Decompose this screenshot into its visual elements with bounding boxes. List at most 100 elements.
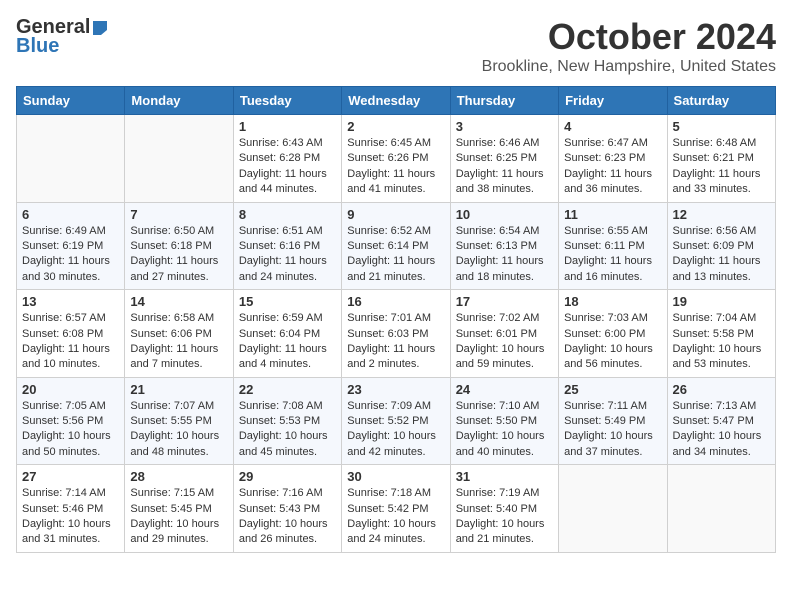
weekday-header: Thursday bbox=[450, 87, 558, 115]
calendar-cell: 23 Sunrise: 7:09 AMSunset: 5:52 PMDayligh… bbox=[342, 377, 450, 465]
day-info: Sunrise: 7:10 AMSunset: 5:50 PMDaylight:… bbox=[456, 399, 553, 461]
day-info: Sunrise: 6:49 AMSunset: 6:19 PMDaylight:… bbox=[22, 224, 119, 286]
day-number: 9 bbox=[347, 207, 444, 222]
page-header: General Blue October 2024 Brookline, New… bbox=[16, 16, 776, 76]
calendar-cell: 18 Sunrise: 7:03 AMSunset: 6:00 PMDayligh… bbox=[559, 290, 667, 378]
calendar-cell: 8 Sunrise: 6:51 AMSunset: 6:16 PMDaylight… bbox=[233, 202, 341, 290]
calendar-cell: 20Sunrise: 7:05 AMSunset: 5:56 PMDayligh… bbox=[17, 377, 125, 465]
calendar-cell bbox=[559, 465, 667, 553]
logo: General Blue bbox=[16, 16, 110, 58]
calendar-cell: 12Sunrise: 6:56 AMSunset: 6:09 PMDayligh… bbox=[667, 202, 775, 290]
calendar-cell: 15 Sunrise: 6:59 AMSunset: 6:04 PMDayligh… bbox=[233, 290, 341, 378]
day-info: Sunrise: 6:57 AMSunset: 6:08 PMDaylight:… bbox=[22, 311, 119, 373]
day-info: Sunrise: 7:01 AMSunset: 6:03 PMDaylight:… bbox=[347, 311, 444, 373]
calendar-cell: 6 Sunrise: 6:49 AMSunset: 6:19 PMDaylight… bbox=[17, 202, 125, 290]
calendar-cell: 1 Sunrise: 6:43 AMSunset: 6:28 PMDaylight… bbox=[233, 115, 341, 203]
day-number: 30 bbox=[347, 469, 444, 484]
calendar-table: SundayMondayTuesdayWednesdayThursdayFrid… bbox=[16, 86, 776, 553]
day-info: Sunrise: 7:15 AMSunset: 5:45 PMDaylight:… bbox=[130, 486, 227, 548]
day-number: 6 bbox=[22, 207, 119, 222]
calendar-cell: 4 Sunrise: 6:47 AMSunset: 6:23 PMDaylight… bbox=[559, 115, 667, 203]
day-info: Sunrise: 7:14 AMSunset: 5:46 PMDaylight:… bbox=[22, 486, 119, 548]
day-info: Sunrise: 7:07 AMSunset: 5:55 PMDaylight:… bbox=[130, 399, 227, 461]
day-info: Sunrise: 6:54 AMSunset: 6:13 PMDaylight:… bbox=[456, 224, 553, 286]
day-number: 21 bbox=[130, 382, 227, 397]
calendar-cell: 5 Sunrise: 6:48 AMSunset: 6:21 PMDaylight… bbox=[667, 115, 775, 203]
day-number: 10 bbox=[456, 207, 553, 222]
day-info: Sunrise: 6:45 AMSunset: 6:26 PMDaylight:… bbox=[347, 136, 444, 198]
calendar-cell: 14Sunrise: 6:58 AMSunset: 6:06 PMDayligh… bbox=[125, 290, 233, 378]
calendar-cell: 17Sunrise: 7:02 AMSunset: 6:01 PMDayligh… bbox=[450, 290, 558, 378]
calendar-cell: 25 Sunrise: 7:11 AMSunset: 5:49 PMDayligh… bbox=[559, 377, 667, 465]
calendar-cell: 22 Sunrise: 7:08 AMSunset: 5:53 PMDayligh… bbox=[233, 377, 341, 465]
day-info: Sunrise: 7:02 AMSunset: 6:01 PMDaylight:… bbox=[456, 311, 553, 373]
calendar-cell: 11 Sunrise: 6:55 AMSunset: 6:11 PMDayligh… bbox=[559, 202, 667, 290]
day-info: Sunrise: 7:19 AMSunset: 5:40 PMDaylight:… bbox=[456, 486, 553, 548]
day-info: Sunrise: 7:04 AMSunset: 5:58 PMDaylight:… bbox=[673, 311, 770, 373]
calendar-cell: 26 Sunrise: 7:13 AMSunset: 5:47 PMDayligh… bbox=[667, 377, 775, 465]
day-number: 31 bbox=[456, 469, 553, 484]
day-number: 26 bbox=[673, 382, 770, 397]
day-number: 4 bbox=[564, 119, 661, 134]
day-info: Sunrise: 7:03 AMSunset: 6:00 PMDaylight:… bbox=[564, 311, 661, 373]
calendar-cell: 28 Sunrise: 7:15 AMSunset: 5:45 PMDayligh… bbox=[125, 465, 233, 553]
calendar-week-row: 13 Sunrise: 6:57 AMSunset: 6:08 PMDayligh… bbox=[17, 290, 776, 378]
day-number: 27 bbox=[22, 469, 119, 484]
day-info: Sunrise: 7:08 AMSunset: 5:53 PMDaylight:… bbox=[239, 399, 336, 461]
calendar-cell: 31 Sunrise: 7:19 AMSunset: 5:40 PMDayligh… bbox=[450, 465, 558, 553]
day-info: Sunrise: 6:51 AMSunset: 6:16 PMDaylight:… bbox=[239, 224, 336, 286]
day-info: Sunrise: 6:59 AMSunset: 6:04 PMDaylight:… bbox=[239, 311, 336, 373]
day-number: 24 bbox=[456, 382, 553, 397]
logo-blue: Blue bbox=[16, 35, 59, 58]
day-number: 1 bbox=[239, 119, 336, 134]
calendar-cell: 19Sunrise: 7:04 AMSunset: 5:58 PMDayligh… bbox=[667, 290, 775, 378]
day-number: 25 bbox=[564, 382, 661, 397]
calendar-cell: 9 Sunrise: 6:52 AMSunset: 6:14 PMDaylight… bbox=[342, 202, 450, 290]
day-number: 11 bbox=[564, 207, 661, 222]
calendar-cell: 21 Sunrise: 7:07 AMSunset: 5:55 PMDayligh… bbox=[125, 377, 233, 465]
day-info: Sunrise: 6:56 AMSunset: 6:09 PMDaylight:… bbox=[673, 224, 770, 286]
day-info: Sunrise: 7:13 AMSunset: 5:47 PMDaylight:… bbox=[673, 399, 770, 461]
day-info: Sunrise: 6:52 AMSunset: 6:14 PMDaylight:… bbox=[347, 224, 444, 286]
day-info: Sunrise: 7:18 AMSunset: 5:42 PMDaylight:… bbox=[347, 486, 444, 548]
day-number: 16 bbox=[347, 294, 444, 309]
day-number: 18 bbox=[564, 294, 661, 309]
day-number: 5 bbox=[673, 119, 770, 134]
day-number: 13 bbox=[22, 294, 119, 309]
calendar-cell: 2 Sunrise: 6:45 AMSunset: 6:26 PMDaylight… bbox=[342, 115, 450, 203]
day-number: 2 bbox=[347, 119, 444, 134]
day-info: Sunrise: 6:43 AMSunset: 6:28 PMDaylight:… bbox=[239, 136, 336, 198]
calendar-header-row: SundayMondayTuesdayWednesdayThursdayFrid… bbox=[17, 87, 776, 115]
day-number: 15 bbox=[239, 294, 336, 309]
day-number: 8 bbox=[239, 207, 336, 222]
day-info: Sunrise: 6:48 AMSunset: 6:21 PMDaylight:… bbox=[673, 136, 770, 198]
calendar-cell: 7Sunrise: 6:50 AMSunset: 6:18 PMDaylight… bbox=[125, 202, 233, 290]
calendar-week-row: 6 Sunrise: 6:49 AMSunset: 6:19 PMDaylight… bbox=[17, 202, 776, 290]
day-info: Sunrise: 6:46 AMSunset: 6:25 PMDaylight:… bbox=[456, 136, 553, 198]
day-info: Sunrise: 7:09 AMSunset: 5:52 PMDaylight:… bbox=[347, 399, 444, 461]
calendar-cell: 24 Sunrise: 7:10 AMSunset: 5:50 PMDayligh… bbox=[450, 377, 558, 465]
day-number: 23 bbox=[347, 382, 444, 397]
day-number: 3 bbox=[456, 119, 553, 134]
weekday-header: Saturday bbox=[667, 87, 775, 115]
calendar-cell bbox=[667, 465, 775, 553]
day-info: Sunrise: 7:11 AMSunset: 5:49 PMDaylight:… bbox=[564, 399, 661, 461]
calendar-cell bbox=[17, 115, 125, 203]
day-number: 20 bbox=[22, 382, 119, 397]
day-info: Sunrise: 6:55 AMSunset: 6:11 PMDaylight:… bbox=[564, 224, 661, 286]
calendar-week-row: 27 Sunrise: 7:14 AMSunset: 5:46 PMDayligh… bbox=[17, 465, 776, 553]
calendar-cell bbox=[125, 115, 233, 203]
calendar-week-row: 20Sunrise: 7:05 AMSunset: 5:56 PMDayligh… bbox=[17, 377, 776, 465]
day-info: Sunrise: 6:47 AMSunset: 6:23 PMDaylight:… bbox=[564, 136, 661, 198]
day-number: 22 bbox=[239, 382, 336, 397]
day-number: 28 bbox=[130, 469, 227, 484]
day-info: Sunrise: 6:58 AMSunset: 6:06 PMDaylight:… bbox=[130, 311, 227, 373]
calendar-week-row: 1 Sunrise: 6:43 AMSunset: 6:28 PMDaylight… bbox=[17, 115, 776, 203]
weekday-header: Wednesday bbox=[342, 87, 450, 115]
day-info: Sunrise: 6:50 AMSunset: 6:18 PMDaylight:… bbox=[130, 224, 227, 286]
weekday-header: Monday bbox=[125, 87, 233, 115]
title-section: October 2024 Brookline, New Hampshire, U… bbox=[482, 16, 776, 76]
logo-icon bbox=[91, 19, 109, 37]
calendar-cell: 16 Sunrise: 7:01 AMSunset: 6:03 PMDayligh… bbox=[342, 290, 450, 378]
calendar-cell: 30 Sunrise: 7:18 AMSunset: 5:42 PMDayligh… bbox=[342, 465, 450, 553]
